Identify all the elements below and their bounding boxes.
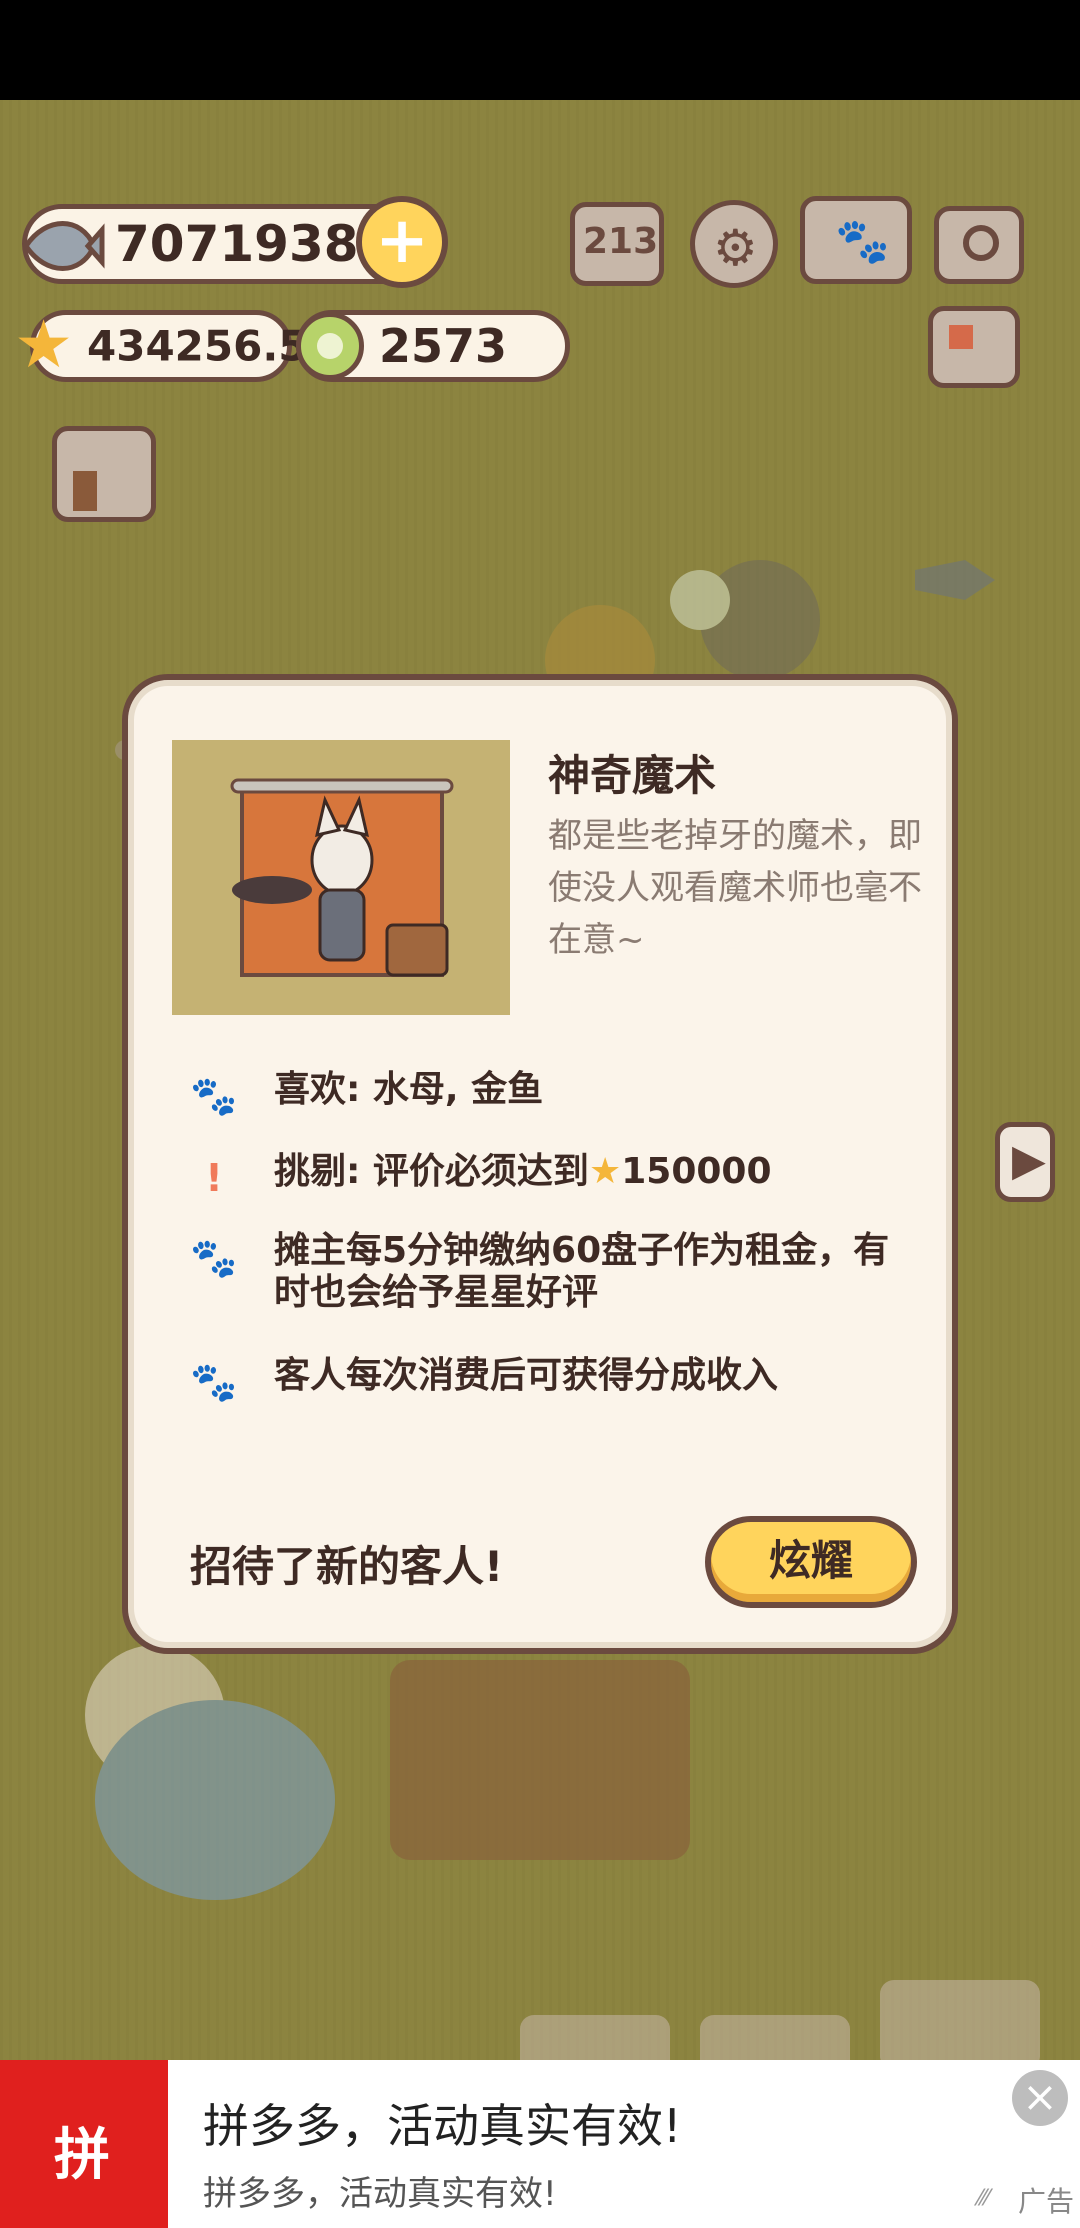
news-button[interactable]	[928, 306, 1020, 388]
exclamation-icon: !	[205, 1156, 223, 1200]
camera-button[interactable]	[934, 206, 1024, 284]
income-text: 客人每次消费后可获得分成收入	[274, 1355, 779, 1396]
camera-icon	[963, 225, 999, 261]
dialog-description: 都是些老掉牙的魔术，即使没人观看魔术师也毫不在意~	[548, 816, 922, 960]
likes-text: 喜欢: 水母, 金鱼	[274, 1069, 544, 1110]
chevron-right-icon: ▶	[1012, 1135, 1046, 1186]
star-icon: ★	[588, 1151, 622, 1192]
magician-illustration	[230, 778, 454, 977]
magician-portrait	[172, 740, 510, 1015]
ranking-icon: 213	[583, 221, 659, 262]
new-customer-message: 招待了新的客人!	[190, 1542, 504, 1591]
ad-label: 广告	[1018, 2185, 1075, 2218]
ad-close-button[interactable]: ×	[1012, 2070, 1068, 2126]
shop-button[interactable]	[52, 426, 156, 522]
picky-value: 150000	[621, 1151, 772, 1192]
gear-icon: ⚙	[713, 219, 758, 277]
settings-button[interactable]: ⚙	[690, 200, 778, 288]
ranking-button[interactable]: 213	[570, 202, 664, 286]
plus-icon: +	[375, 204, 429, 278]
dialog-title: 神奇魔术	[548, 751, 717, 800]
plate-icon	[296, 312, 364, 380]
book-button[interactable]: 🐾	[800, 196, 912, 284]
rent-text: 摊主每5分钟缴纳60盘子作为租金，有时也会给予星星好评	[274, 1230, 890, 1313]
star-rating: 434256.5	[87, 321, 308, 371]
ad-logo: 拼	[0, 2060, 168, 2228]
paw-book-icon: 🐾	[835, 216, 890, 267]
ad-subtitle[interactable]: 拼多多，活动真实有效!	[203, 2166, 557, 2215]
fish-count: 70719388	[115, 215, 394, 273]
star-icon: ★	[14, 306, 74, 383]
plus-button[interactable]: +	[356, 196, 448, 288]
picky-text: 挑剔: 评价必须达到	[274, 1151, 589, 1192]
status-bar	[0, 0, 1080, 100]
ad-mark-icon: ⁄⁄⁄	[978, 2186, 990, 2211]
paw-icon: 🐾	[190, 1074, 238, 1118]
shop-icon	[73, 471, 97, 511]
ad-logo-text: 拼	[54, 2123, 110, 2188]
next-arrow-button[interactable]: ▶	[995, 1122, 1055, 1202]
show-off-button[interactable]: 炫耀	[705, 1516, 917, 1608]
paw-icon: 🐾	[190, 1236, 238, 1280]
close-icon: ×	[1022, 2072, 1058, 2121]
newspaper-icon	[949, 325, 973, 349]
paw-icon: 🐾	[190, 1360, 238, 1404]
plate-count: 2573	[379, 319, 508, 373]
ad-title[interactable]: 拼多多，活动真实有效!	[203, 2090, 681, 2156]
fish-icon	[22, 221, 105, 271]
ad-banner[interactable]: 拼 拼多多，活动真实有效! 拼多多，活动真实有效!	[0, 2060, 1080, 2228]
